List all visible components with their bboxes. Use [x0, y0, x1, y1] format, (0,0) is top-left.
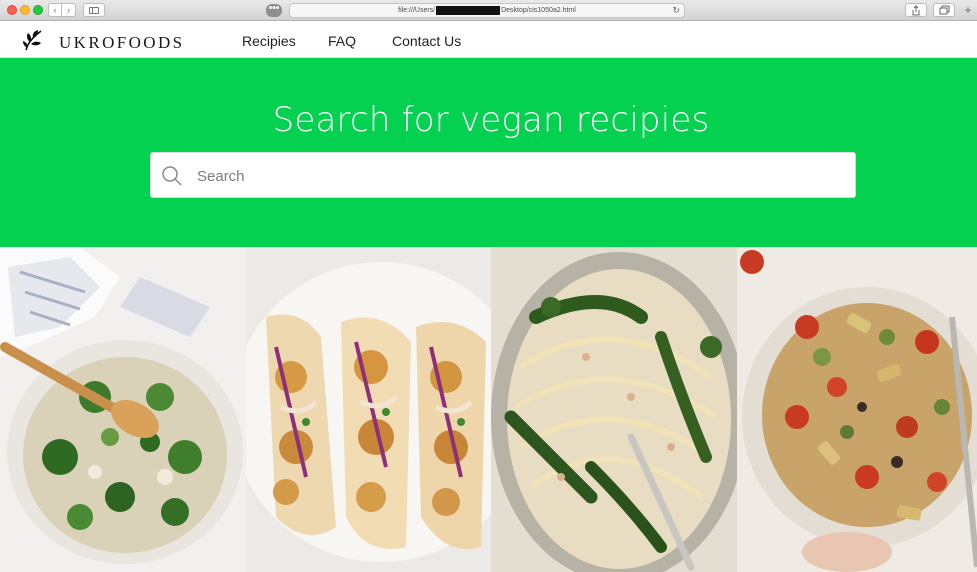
search-icon[interactable] [161, 165, 183, 187]
ellipsis-icon: ••• [268, 3, 280, 14]
recipe-image-spaghetti-broccolini[interactable] [491, 247, 737, 572]
recipe-image-pasta-broccoli[interactable] [0, 247, 246, 572]
address-bar[interactable]: file:///Users/Desktop/cis1050a2.html ↻ [289, 3, 685, 18]
leaf-logo-icon[interactable] [22, 28, 44, 52]
tab-overview-button[interactable] [933, 3, 955, 17]
recipe-image-cauliflower-tacos[interactable] [246, 247, 491, 572]
plus-icon: + [964, 3, 972, 17]
tabs-icon [939, 5, 949, 15]
zoom-window-button[interactable] [33, 5, 43, 15]
hero-banner: Search for vegan recipies [0, 58, 977, 247]
site-header: UKROFOODS Recipies FAQ Contact Us [0, 22, 977, 58]
nav-link-recipies[interactable]: Recipies [242, 33, 296, 49]
nav-link-faq[interactable]: FAQ [328, 33, 356, 49]
redacted-username [436, 5, 501, 15]
url-suffix: Desktop/cis1050a2.html [501, 7, 576, 14]
chevron-left-icon: ‹ [53, 5, 57, 15]
recipe-image-penne-tomato-zucchini[interactable] [737, 247, 977, 572]
reader-button[interactable]: ••• [266, 4, 282, 17]
share-button[interactable] [905, 3, 927, 17]
new-tab-button[interactable]: + [962, 3, 974, 17]
forward-button[interactable]: › [62, 3, 76, 17]
search-box[interactable] [150, 152, 856, 198]
sidebar-toggle-button[interactable] [83, 3, 105, 17]
minimize-window-button[interactable] [20, 5, 30, 15]
hero-title: Search for vegan recipies [272, 100, 710, 140]
sidebar-icon [89, 7, 99, 14]
close-window-button[interactable] [7, 5, 17, 15]
chevron-right-icon: › [67, 5, 70, 15]
brand-name[interactable]: UKROFOODS [59, 33, 185, 53]
url-prefix: file:///Users/ [398, 7, 436, 14]
search-input[interactable] [197, 161, 837, 191]
reload-icon[interactable]: ↻ [672, 4, 680, 17]
recipe-gallery [0, 247, 977, 572]
share-icon [912, 5, 920, 16]
back-button[interactable]: ‹ [48, 3, 62, 17]
browser-toolbar: ‹ › ••• file:///Users/Desktop/cis1050a2.… [0, 0, 977, 21]
nav-link-contact-us[interactable]: Contact Us [392, 33, 461, 49]
